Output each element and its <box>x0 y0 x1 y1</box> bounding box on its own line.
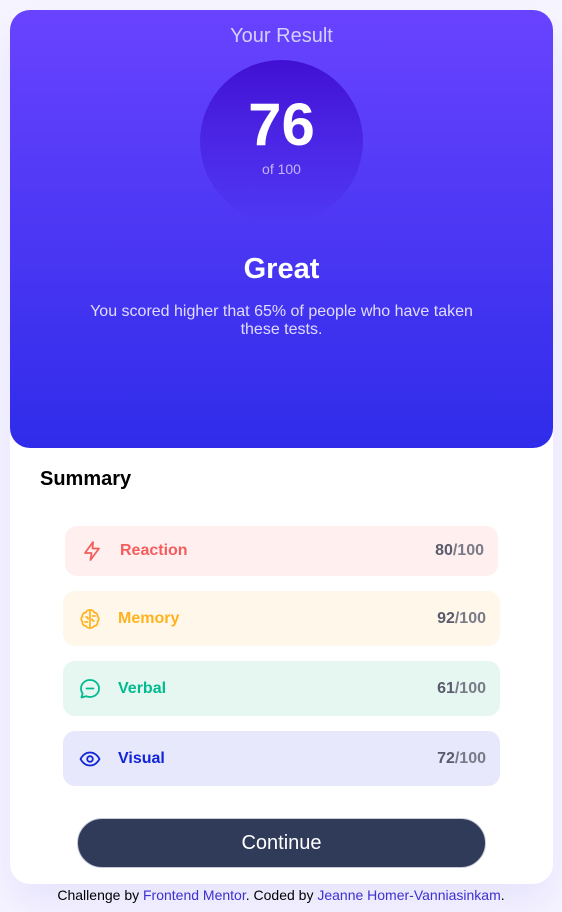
summary-item-verbal: Verbal 61/100 <box>63 661 500 716</box>
rating-label: Great <box>243 253 320 285</box>
summary-item-label: Memory <box>118 609 180 627</box>
author-link[interactable]: Jeanne Homer-Vanniasinkam <box>317 887 500 903</box>
summary-item-visual: Visual 72/100 <box>63 731 500 786</box>
result-panel: Your Result 76 of 100 Great You scored h… <box>10 10 553 448</box>
summary-item-label: Visual <box>118 749 165 767</box>
rating-description: You scored higher that 65% of people who… <box>90 303 473 338</box>
chat-bubble-icon <box>78 677 102 701</box>
summary-item-label: Verbal <box>118 679 167 697</box>
summary-item-score: 72/100 <box>437 749 486 767</box>
score-circle: 76 of 100 <box>200 60 363 223</box>
attribution: Challenge by Frontend Mentor. Coded by J… <box>0 887 562 903</box>
brain-icon <box>78 607 102 631</box>
attribution-prefix: Challenge by <box>57 887 143 903</box>
summary-title: Summary <box>40 468 132 490</box>
eye-icon <box>78 747 102 771</box>
summary-item-reaction: Reaction 80/100 <box>65 526 498 576</box>
summary-item-label: Reaction <box>120 542 188 559</box>
result-title: Your Result <box>230 25 333 47</box>
attribution-suffix: . <box>500 887 505 903</box>
frontend-mentor-link[interactable]: Frontend Mentor <box>143 887 246 903</box>
attribution-middle: . Coded by <box>245 887 318 903</box>
lightning-icon <box>80 539 104 563</box>
summary-item-score: 92/100 <box>437 609 486 627</box>
continue-button[interactable]: Continue <box>77 818 486 868</box>
score-value: 76 <box>248 91 315 158</box>
summary-item-score: 61/100 <box>437 679 486 697</box>
score-of-label: of 100 <box>262 161 301 177</box>
summary-item-memory: Memory 92/100 <box>63 591 500 646</box>
summary-item-score: 80/100 <box>435 542 484 559</box>
